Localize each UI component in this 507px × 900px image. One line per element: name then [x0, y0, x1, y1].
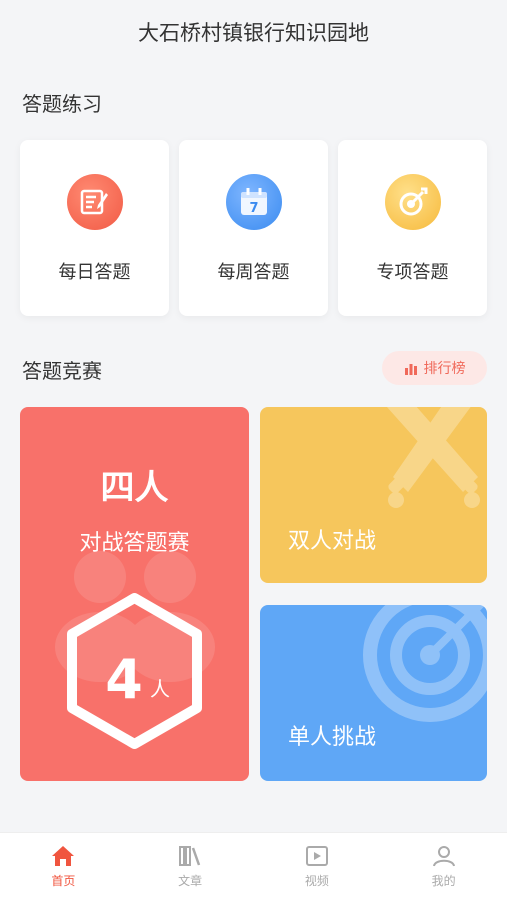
four-player-title: 四人: [100, 468, 169, 508]
app-title-bar: 大石桥村镇银行知识园地: [0, 0, 507, 64]
topic-quiz-label: 专项答题: [376, 262, 449, 283]
tab-videos[interactable]: 视频: [254, 833, 381, 900]
user-icon: [432, 846, 455, 867]
home-icon: [52, 846, 75, 866]
edit-icon: [66, 174, 123, 230]
weekly-quiz-card[interactable]: 7 每周答题: [179, 140, 328, 316]
tab-articles-label: 文章: [178, 874, 203, 888]
duo-battle-card[interactable]: 双人对战: [260, 407, 487, 583]
practice-section-title: 答题练习: [22, 92, 102, 116]
daily-quiz-card[interactable]: 每日答题: [20, 140, 169, 316]
four-player-subtitle: 对战答题赛: [79, 531, 190, 556]
bar-chart-icon: [404, 364, 417, 375]
tab-home-label: 首页: [51, 874, 76, 888]
solo-challenge-card[interactable]: 单人挑战: [260, 605, 487, 781]
target-icon: [384, 174, 441, 230]
four-player-badge-number: 4: [105, 648, 143, 711]
crossed-swords-icon: [386, 407, 480, 508]
bottom-tab-bar: 首页 文章 视频 我的: [0, 832, 507, 900]
tab-profile-label: 我的: [431, 874, 456, 888]
contest-section-title: 答题竞赛: [22, 359, 102, 383]
calendar-icon: 7: [225, 174, 282, 230]
books-icon: [179, 846, 201, 866]
four-player-battle-card[interactable]: 四人 对战答题赛 4 人: [20, 407, 249, 781]
video-icon: [305, 846, 328, 866]
hexagon-badge-icon: 4 人: [67, 593, 202, 749]
topic-quiz-card[interactable]: 专项答题: [338, 140, 487, 316]
leaderboard-button[interactable]: 排行榜: [382, 351, 487, 385]
app-title: 大石桥村镇银行知识园地: [138, 21, 369, 45]
weekly-quiz-label: 每周答题: [217, 262, 290, 283]
tab-videos-label: 视频: [304, 874, 329, 888]
tab-articles[interactable]: 文章: [127, 833, 254, 900]
solo-challenge-label: 单人挑战: [288, 725, 377, 750]
leaderboard-label: 排行榜: [423, 361, 466, 377]
four-player-badge-unit: 人: [150, 677, 170, 701]
tab-home[interactable]: 首页: [0, 833, 127, 900]
daily-quiz-label: 每日答题: [58, 262, 131, 283]
svg-text:7: 7: [249, 201, 258, 216]
practice-cards: 每日答题 7 每周答题 专项答题: [20, 140, 487, 316]
duo-battle-label: 双人对战: [288, 529, 377, 554]
tab-profile[interactable]: 我的: [380, 833, 507, 900]
